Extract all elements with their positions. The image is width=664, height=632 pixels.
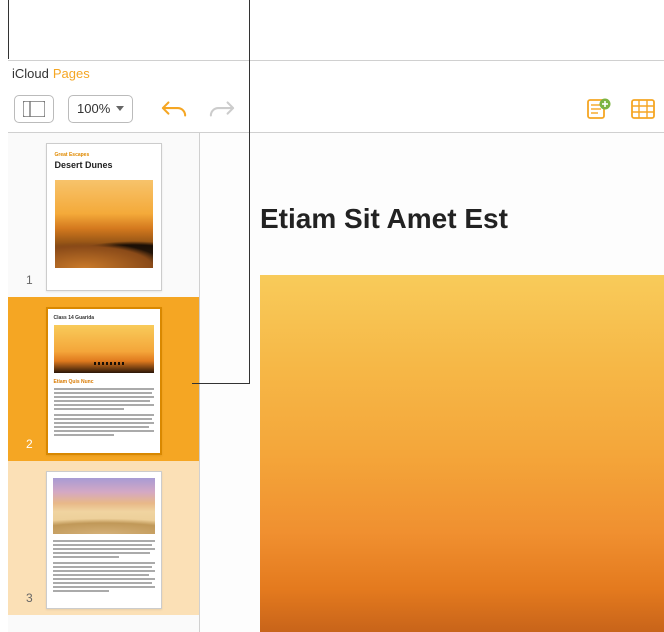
callout-line-2v (249, 0, 250, 384)
page-thumbnail-2[interactable]: 2 Class 14 Guarida Etiam Quis Nunc (8, 297, 199, 461)
brand-icloud: iCloud (12, 66, 49, 81)
table-icon (630, 98, 656, 120)
chevron-down-icon (116, 106, 124, 111)
add-page-button[interactable] (584, 94, 614, 124)
callout-line-1 (8, 0, 9, 59)
redo-button[interactable] (207, 94, 237, 124)
thumbnail-card (46, 471, 162, 609)
page-thumbnail-1[interactable]: 1 Great Escapes Desert Dunes (8, 133, 199, 297)
zoom-dropdown[interactable]: 100% (68, 95, 133, 123)
workspace: 1 Great Escapes Desert Dunes 2 Class 14 … (8, 133, 664, 632)
add-page-icon (586, 98, 612, 120)
document-canvas[interactable]: Etiam Sit Amet Est (200, 133, 664, 632)
thumbnail-card: Great Escapes Desert Dunes (46, 143, 162, 291)
sidebar-view-icon (23, 101, 45, 117)
undo-button[interactable] (159, 94, 189, 124)
redo-icon (209, 98, 235, 120)
thumb-image (54, 325, 154, 373)
undo-redo-group (159, 94, 237, 124)
thumb-body-text (54, 388, 154, 436)
document-image[interactable] (260, 275, 664, 632)
brand-bar: iCloud Pages (8, 61, 664, 85)
toolbar: 100% (8, 85, 664, 133)
thumbnail-sidebar: 1 Great Escapes Desert Dunes 2 Class 14 … (8, 133, 200, 632)
callout-line-2h (192, 383, 250, 384)
thumb-subtitle: Etiam Quis Nunc (54, 379, 154, 385)
thumb-image (55, 180, 153, 268)
table-button[interactable] (628, 94, 658, 124)
page-number: 1 (26, 273, 33, 287)
app-window: iCloud Pages 100% (8, 60, 664, 632)
thumb-tag: Class 14 Guarida (54, 315, 154, 321)
thumb-body-text (53, 540, 155, 592)
thumb-tag: Great Escapes (55, 152, 153, 158)
page-thumbnail-3[interactable]: 3 (8, 461, 199, 615)
brand-pages: Pages (53, 66, 90, 81)
page-number: 3 (26, 591, 33, 605)
page-number: 2 (26, 437, 33, 451)
zoom-value: 100% (77, 101, 110, 116)
thumb-image (53, 478, 155, 534)
thumbnail-card: Class 14 Guarida Etiam Quis Nunc (46, 307, 162, 455)
undo-icon (161, 98, 187, 120)
view-options-button[interactable] (14, 95, 54, 123)
thumb-title: Desert Dunes (55, 160, 153, 170)
document-heading[interactable]: Etiam Sit Amet Est (260, 203, 508, 235)
